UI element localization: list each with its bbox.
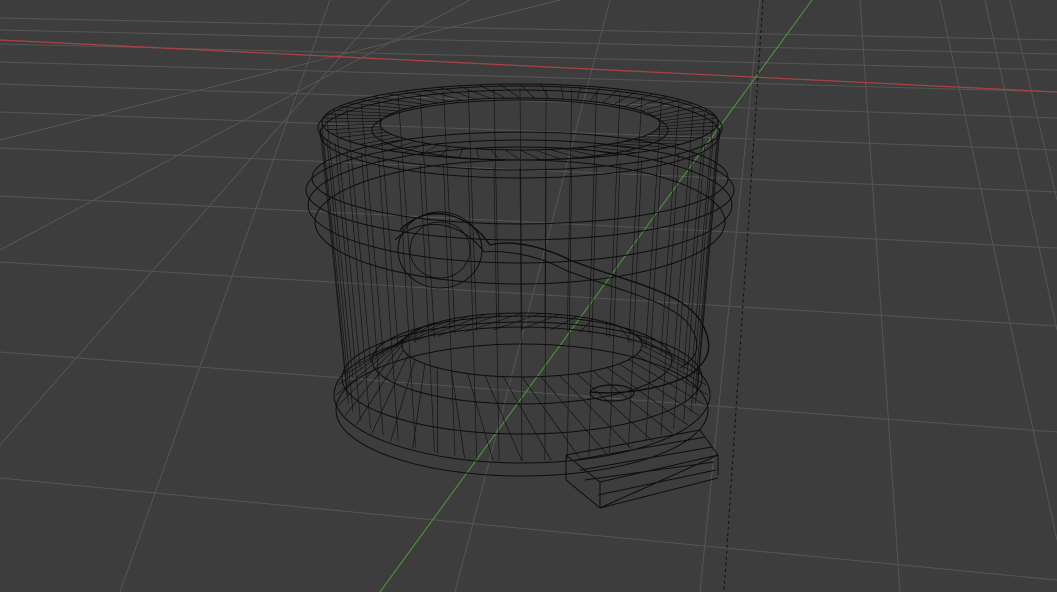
bottom-triangle [390, 359, 416, 442]
grid-line [1009, 0, 1057, 201]
shell-edge [378, 156, 399, 442]
rim-triangle [387, 93, 438, 104]
rim-triangle [576, 147, 620, 156]
rim-triangle [519, 149, 541, 161]
shell-edge [419, 162, 435, 453]
grid-line [454, 0, 611, 592]
bottom-triangle [484, 375, 523, 462]
grid-line [0, 17, 1057, 41]
connector-box-edge [599, 454, 719, 483]
rim-triangle [589, 87, 601, 102]
shell-edge [321, 133, 349, 404]
grid-line [0, 0, 561, 141]
rim-triangle [321, 120, 381, 123]
rim-triangle [439, 146, 451, 157]
rim-triangle [359, 136, 399, 145]
rim-triangle [476, 148, 480, 160]
cable-coil [409, 221, 471, 279]
grid-line [0, 111, 1057, 151]
shell-edge [673, 107, 694, 363]
shell-edge [378, 99, 399, 349]
wireframe-mesh[interactable] [305, 83, 735, 509]
rim-triangle [656, 125, 717, 130]
rim-triangle [659, 121, 719, 128]
grid-line [0, 351, 1057, 433]
rim-triangle [647, 133, 709, 135]
bottom-triangle [467, 373, 494, 461]
rim-triangle [656, 109, 709, 119]
floor-grid [0, 0, 1057, 592]
shell-edge [360, 152, 384, 436]
connector-box-edge [565, 479, 601, 509]
rim-triangle [659, 117, 717, 125]
rim-triangle [534, 149, 562, 160]
grid-line [859, 0, 901, 592]
rim-triangle [458, 85, 492, 99]
rim-triangle [653, 129, 714, 133]
rim-triangle [589, 146, 637, 154]
bottom-triangle [502, 376, 552, 461]
bottom-triangle [628, 359, 706, 406]
bottom-triangle [412, 314, 486, 342]
shell-edge [319, 127, 348, 396]
rim-triangle [602, 88, 620, 104]
bottom-triangle [521, 376, 580, 458]
rim-triangle [653, 106, 701, 117]
bottom-triangle [558, 375, 632, 449]
grid-line [0, 83, 1057, 119]
bottom-triangle [540, 376, 607, 455]
3d-viewport[interactable] [0, 0, 1057, 592]
grid-line [0, 29, 1057, 55]
shell-edge [360, 103, 384, 355]
cable-coil [397, 211, 483, 289]
bottom-triangle [576, 373, 654, 442]
grid-line [0, 0, 471, 251]
connector-box-edge [565, 429, 701, 456]
grid-line [939, 0, 1057, 541]
viewport-scene[interactable] [0, 0, 1057, 592]
connector-box-edge [574, 436, 706, 461]
shell-edge [326, 138, 354, 413]
rim-triangle [505, 149, 521, 161]
bottom-triangle [412, 363, 426, 449]
grid-line [984, 0, 1057, 331]
